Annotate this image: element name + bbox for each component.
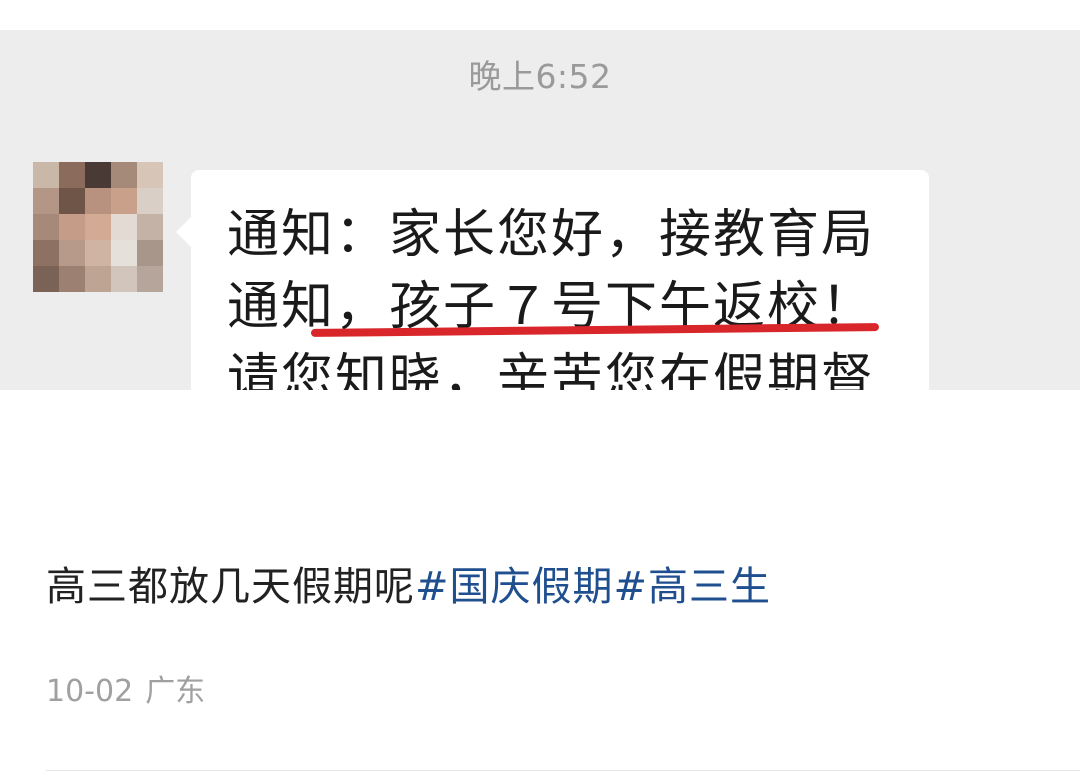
bubble-tail (176, 216, 192, 248)
message-line-3: 请您知晓，辛苦您在假期督 (227, 349, 876, 390)
message-bubble: 通知：家长您好，接教育局 通知，孩子７号下午返校！ 请您知晓，辛苦您在假期督 (191, 170, 929, 390)
hashtag-senior-three[interactable]: #高三生 (614, 564, 772, 610)
post-location: 广东 (145, 674, 206, 709)
post-caption: 高三都放几天假期呢#国庆假期#高三生 (46, 554, 771, 612)
chat-screenshot-image[interactable]: 晚上6:52 通知：家长您好，接教育局 通知，孩子７号下午返校！ 请您知晓，辛苦… (0, 30, 1080, 390)
post-page: 晚上6:52 通知：家长您好，接教育局 通知，孩子７号下午返校！ 请您知晓，辛苦… (0, 0, 1080, 778)
post-caption-text: 高三都放几天假期呢 (46, 564, 415, 610)
post-meta: 10-02 广东 (46, 666, 205, 710)
chat-timestamp: 晚上6:52 (468, 57, 612, 96)
hashtag-national-day[interactable]: #国庆假期 (415, 564, 614, 610)
sender-avatar (33, 162, 163, 292)
post-date: 10-02 (46, 674, 134, 709)
divider (46, 770, 1080, 771)
message-line-1: 通知：家长您好，接教育局 (227, 205, 876, 265)
